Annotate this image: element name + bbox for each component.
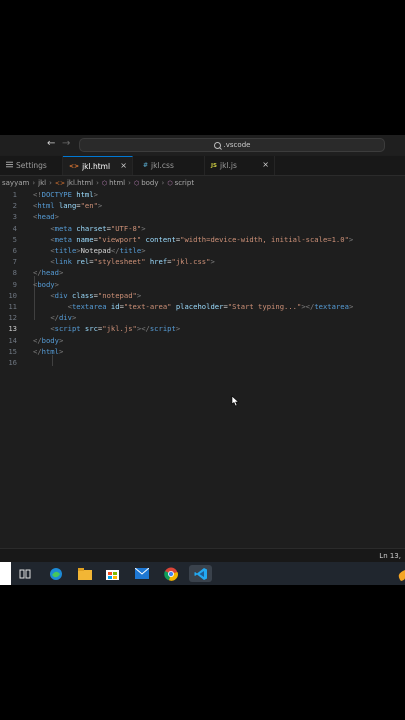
code-text: <meta name="viewport" content="width=dev… [50,234,354,244]
code-line[interactable]: 4 <meta charset="UTF-8"> [0,223,405,234]
tab-label: jkl.js [220,161,237,170]
code-text: <html lang="en"> [33,201,103,211]
weather-icon[interactable] [395,567,405,581]
code-line[interactable]: 8 </head> [0,267,405,278]
mail-icon[interactable] [133,565,150,582]
css-file-icon: # [143,162,149,169]
tab-jkl-js[interactable]: JS jkl.js × [205,156,275,175]
file-explorer-icon[interactable] [76,565,93,582]
windows-taskbar [0,562,405,585]
line-number: 13 [8,324,17,334]
start-area[interactable] [0,562,11,585]
code-text: <title>Notepad</title> [50,246,146,255]
code-line[interactable]: 6 <title>Notepad</title> [0,245,405,256]
line-number: 4 [12,223,17,233]
code-line[interactable]: 9 <body> [0,279,405,290]
tab-jkl-css[interactable]: # jkl.css [137,156,205,175]
editor-tab-bar: Settings <> jkl.html × # jkl.css JS jkl.… [0,156,405,176]
line-number: 8 [12,268,17,278]
edge-icon[interactable] [47,565,64,582]
code-line[interactable]: 1 <!DOCTYPE html> [0,189,405,200]
breadcrumb: sayyam › jkl › <> jkl.html › ⬡ html › ⬡ … [0,176,405,190]
element-icon: ⬡ [101,179,108,187]
code-line[interactable]: 10 <div class="notepad"> [0,290,405,301]
vscode-window: ← → .vscode Settings <> jkl.html × # jkl… [0,135,405,585]
breadcrumb-item-sayyam[interactable]: sayyam [2,179,29,187]
line-number: 2 [12,201,17,211]
breadcrumb-separator: › [128,179,131,187]
code-line[interactable]: 5 <meta name="viewport" content="width=d… [0,234,405,245]
breadcrumb-item-script[interactable]: script [175,179,195,187]
code-text: <!DOCTYPE html> [33,190,98,199]
search-label: .vscode [223,141,251,149]
code-text: <script src="jkl.js"></script> [50,324,181,334]
breadcrumb-item-body[interactable]: body [141,179,158,187]
line-number: 7 [12,257,17,267]
code-line[interactable]: 16 [0,357,405,368]
breadcrumb-separator: › [161,179,165,187]
back-arrow-icon[interactable]: ← [47,138,55,149]
js-file-icon: JS [211,162,218,169]
code-text: <link rel="stylesheet" href="jkl.css"> [50,257,215,267]
code-text: </head> [33,268,64,278]
cursor-position[interactable]: Ln 13, [379,552,401,560]
breadcrumb-item-file[interactable]: jkl.html [67,179,93,187]
code-text: </html> [33,346,64,356]
code-line[interactable]: 7 <link rel="stylesheet" href="jkl.css"> [0,256,405,267]
title-bar: ← → .vscode [0,135,405,155]
code-text: </body> [33,335,64,345]
html-file-icon: <> [54,179,65,187]
code-text: <meta charset="UTF-8"> [50,223,146,233]
line-number: 6 [12,246,17,255]
breadcrumb-item-html[interactable]: html [109,179,125,187]
html-file-icon: <> [69,162,80,170]
code-text: <div class="notepad"> [50,290,142,300]
code-line[interactable]: 12 </div> [0,312,405,323]
code-line[interactable]: 14 </body> [0,335,405,346]
code-line[interactable]: 13 <script src="jkl.js"></script> [0,323,405,334]
line-number: 9 [12,279,17,289]
element-icon: ⬡ [167,179,173,187]
chrome-icon[interactable] [162,565,179,582]
tab-jkl-html[interactable]: <> jkl.html × [63,156,133,175]
store-icon[interactable] [104,565,121,582]
breadcrumb-separator: › [49,179,52,187]
code-text: <textarea id="text-area" placeholder="St… [67,302,354,311]
code-line[interactable]: 2 <html lang="en"> [0,200,405,211]
code-text: <head> [33,212,59,222]
line-number: 10 [8,290,17,300]
close-icon[interactable]: × [262,160,269,169]
line-number: 5 [12,234,17,244]
code-line[interactable]: 11 <textarea id="text-area" placeholder=… [0,301,405,312]
tab-label: jkl.css [151,161,174,170]
code-line[interactable]: 3 <head> [0,211,405,222]
tab-settings[interactable]: Settings [0,156,63,175]
code-editor[interactable]: 1 <!DOCTYPE html> 2 <html lang="en"> 3 <head>… [0,189,405,549]
close-icon[interactable]: × [120,161,127,170]
breadcrumb-separator: › [32,179,36,187]
code-text: </div> [50,313,77,323]
line-number: 12 [8,313,17,323]
code-line[interactable]: 15 </html> [0,346,405,357]
mouse-pointer-icon [230,392,240,411]
forward-arrow-icon[interactable]: → [62,138,70,149]
line-number: 14 [8,335,17,345]
line-number: 11 [8,302,17,311]
line-number: 1 [12,190,17,199]
command-center-search[interactable]: .vscode [79,138,385,152]
search-icon [213,141,221,149]
line-number: 15 [8,346,17,356]
code-text: <body> [33,279,59,289]
tab-label: Settings [16,161,47,170]
line-number: 3 [12,212,17,222]
element-icon: ⬡ [133,179,140,187]
tab-label: jkl.html [82,161,111,171]
vscode-icon[interactable] [189,565,212,582]
line-number: 16 [8,358,17,367]
status-bar: Ln 13, [0,548,405,563]
settings-icon [6,161,13,170]
task-view-icon[interactable] [16,565,33,582]
breadcrumb-separator: › [96,179,99,187]
breadcrumb-item-jkl[interactable]: jkl [38,179,46,187]
